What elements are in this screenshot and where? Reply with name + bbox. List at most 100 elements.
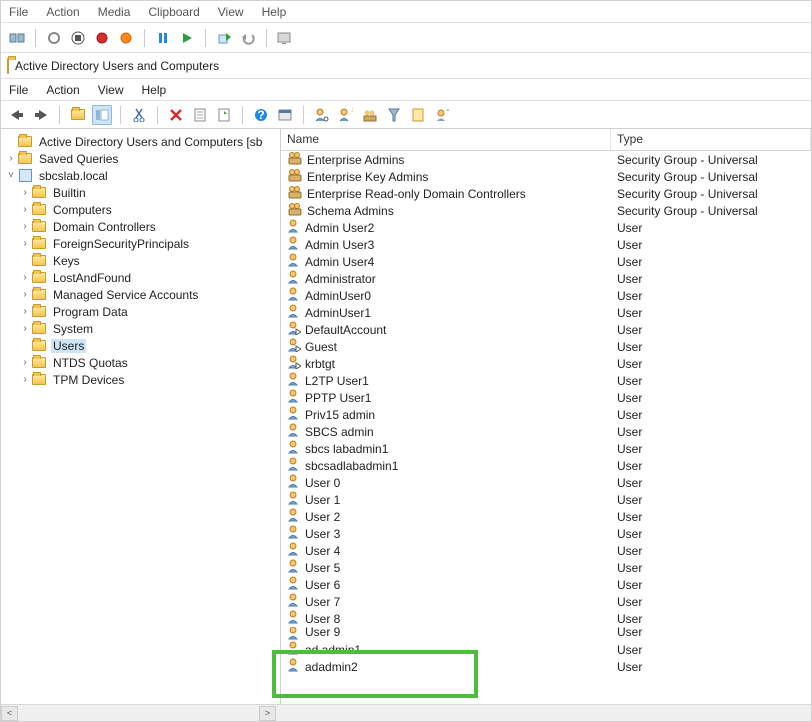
tree-node-computers[interactable]: ›Computers (1, 201, 280, 218)
column-type[interactable]: Type (611, 129, 811, 150)
list-row[interactable]: User 5User (281, 559, 811, 576)
list-row[interactable]: User 7User (281, 593, 811, 610)
column-header[interactable]: Name Type (281, 129, 811, 151)
mmc-menu-help[interactable]: Help (142, 83, 167, 97)
list-pane[interactable]: Name Type Enterprise AdminsSecurity Grou… (281, 129, 811, 704)
list-row[interactable]: User 1User (281, 491, 811, 508)
pause-icon[interactable] (153, 28, 173, 48)
list-row[interactable]: adadmin2User (281, 658, 811, 675)
tree-node-ntds-quotas[interactable]: ›NTDS Quotas (1, 354, 280, 371)
list-row[interactable]: User 6User (281, 576, 811, 593)
expand-toggle[interactable]: › (19, 204, 31, 215)
tree-node-foreignsecurityprincipals[interactable]: ›ForeignSecurityPrincipals (1, 235, 280, 252)
list-row[interactable]: ad admin1User (281, 641, 811, 658)
expand-toggle[interactable]: › (19, 374, 31, 385)
help-icon[interactable]: ? (251, 105, 271, 125)
scroll-left-icon[interactable]: < (1, 706, 18, 721)
expand-toggle[interactable]: ˅ (5, 170, 17, 181)
list-row[interactable]: Admin User3User (281, 236, 811, 253)
column-name[interactable]: Name (281, 129, 611, 150)
record-red-icon[interactable] (92, 28, 112, 48)
tree-node-program-data[interactable]: ›Program Data (1, 303, 280, 320)
scroll-right-icon[interactable]: > (259, 706, 276, 721)
power-icon[interactable] (116, 28, 136, 48)
expand-toggle[interactable]: › (19, 289, 31, 300)
expand-toggle[interactable]: › (19, 272, 31, 283)
vm-menu-media[interactable]: Media (98, 5, 131, 19)
list-row[interactable]: Admin User4User (281, 253, 811, 270)
list-row[interactable]: AdminUser0User (281, 287, 811, 304)
list-row[interactable]: User 4User (281, 542, 811, 559)
vm-menu-file[interactable]: File (9, 5, 28, 19)
expand-toggle[interactable]: › (19, 357, 31, 368)
list-row[interactable]: Schema AdminsSecurity Group - Universal (281, 202, 811, 219)
list-row[interactable]: SBCS adminUser (281, 423, 811, 440)
expand-toggle[interactable]: › (5, 153, 17, 164)
list-row[interactable]: PPTP User1User (281, 389, 811, 406)
show-hide-tree-icon[interactable] (92, 105, 112, 125)
new-group-icon[interactable] (360, 105, 380, 125)
stop-icon[interactable] (68, 28, 88, 48)
list-row[interactable]: DefaultAccountUser (281, 321, 811, 338)
list-row[interactable]: L2TP User1User (281, 372, 811, 389)
forward-icon[interactable] (31, 105, 51, 125)
filter-icon[interactable] (384, 105, 404, 125)
find-icon[interactable] (408, 105, 428, 125)
back-icon[interactable] (7, 105, 27, 125)
play-icon[interactable] (177, 28, 197, 48)
tree-node-builtin[interactable]: ›Builtin (1, 184, 280, 201)
mmc-menu-file[interactable]: File (9, 83, 28, 97)
tree-node-sbcslab-local[interactable]: ˅sbcslab.local (1, 167, 280, 184)
properties-icon[interactable] (190, 105, 210, 125)
list-row[interactable]: User 8User (281, 610, 811, 627)
tree-node-tpm-devices[interactable]: ›TPM Devices (1, 371, 280, 388)
list-row[interactable]: User 9User (281, 627, 811, 641)
list-row[interactable]: Admin User2User (281, 219, 811, 236)
expand-toggle[interactable]: › (19, 238, 31, 249)
record-grey-icon[interactable] (44, 28, 64, 48)
list-row[interactable]: sbcsadlabadmin1User (281, 457, 811, 474)
container-icon[interactable] (275, 105, 295, 125)
vm-menu-view[interactable]: View (218, 5, 244, 19)
tree-pane[interactable]: Active Directory Users and Computers [sb… (1, 129, 281, 704)
tree-node-active-directory-users-and-computers-sb[interactable]: Active Directory Users and Computers [sb (1, 133, 280, 150)
vm-menu-help[interactable]: Help (262, 5, 287, 19)
tree-horizontal-scrollbar[interactable]: < > (1, 704, 811, 721)
screen-icon[interactable] (275, 28, 295, 48)
expand-toggle[interactable]: › (19, 187, 31, 198)
list-row[interactable]: sbcs labadmin1User (281, 440, 811, 457)
tree-node-keys[interactable]: Keys (1, 252, 280, 269)
new-user-icon[interactable]: ✶ (336, 105, 356, 125)
list-row[interactable]: User 3User (281, 525, 811, 542)
refresh-icon[interactable] (214, 105, 234, 125)
export-icon[interactable] (214, 28, 234, 48)
delete-icon[interactable] (166, 105, 186, 125)
tree-node-domain-controllers[interactable]: ›Domain Controllers (1, 218, 280, 235)
list-row[interactable]: User 0User (281, 474, 811, 491)
expand-toggle[interactable]: › (19, 323, 31, 334)
tool-device-icon[interactable] (7, 28, 27, 48)
list-row[interactable]: krbtgtUser (281, 355, 811, 372)
expand-toggle[interactable]: › (19, 221, 31, 232)
tree-node-system[interactable]: ›System (1, 320, 280, 337)
list-row[interactable]: Priv15 adminUser (281, 406, 811, 423)
cut-icon[interactable] (129, 105, 149, 125)
up-folder-icon[interactable] (68, 105, 88, 125)
add-user-wizard-icon[interactable]: + (432, 105, 452, 125)
mmc-menu-action[interactable]: Action (46, 83, 79, 97)
tree-node-managed-service-accounts[interactable]: ›Managed Service Accounts (1, 286, 280, 303)
list-row[interactable]: Enterprise AdminsSecurity Group - Univer… (281, 151, 811, 168)
undo-icon[interactable] (238, 28, 258, 48)
list-row[interactable]: Enterprise Key AdminsSecurity Group - Un… (281, 168, 811, 185)
list-row[interactable]: AdministratorUser (281, 270, 811, 287)
list-row[interactable]: AdminUser1User (281, 304, 811, 321)
mmc-menu-view[interactable]: View (98, 83, 124, 97)
list-row[interactable]: GuestUser (281, 338, 811, 355)
tree-node-saved-queries[interactable]: ›Saved Queries (1, 150, 280, 167)
list-row[interactable]: Enterprise Read-only Domain ControllersS… (281, 185, 811, 202)
tree-node-users[interactable]: Users (1, 337, 280, 354)
vm-menu-action[interactable]: Action (46, 5, 79, 19)
expand-toggle[interactable]: › (19, 306, 31, 317)
tree-node-lostandfound[interactable]: ›LostAndFound (1, 269, 280, 286)
vm-menu-clipboard[interactable]: Clipboard (148, 5, 199, 19)
